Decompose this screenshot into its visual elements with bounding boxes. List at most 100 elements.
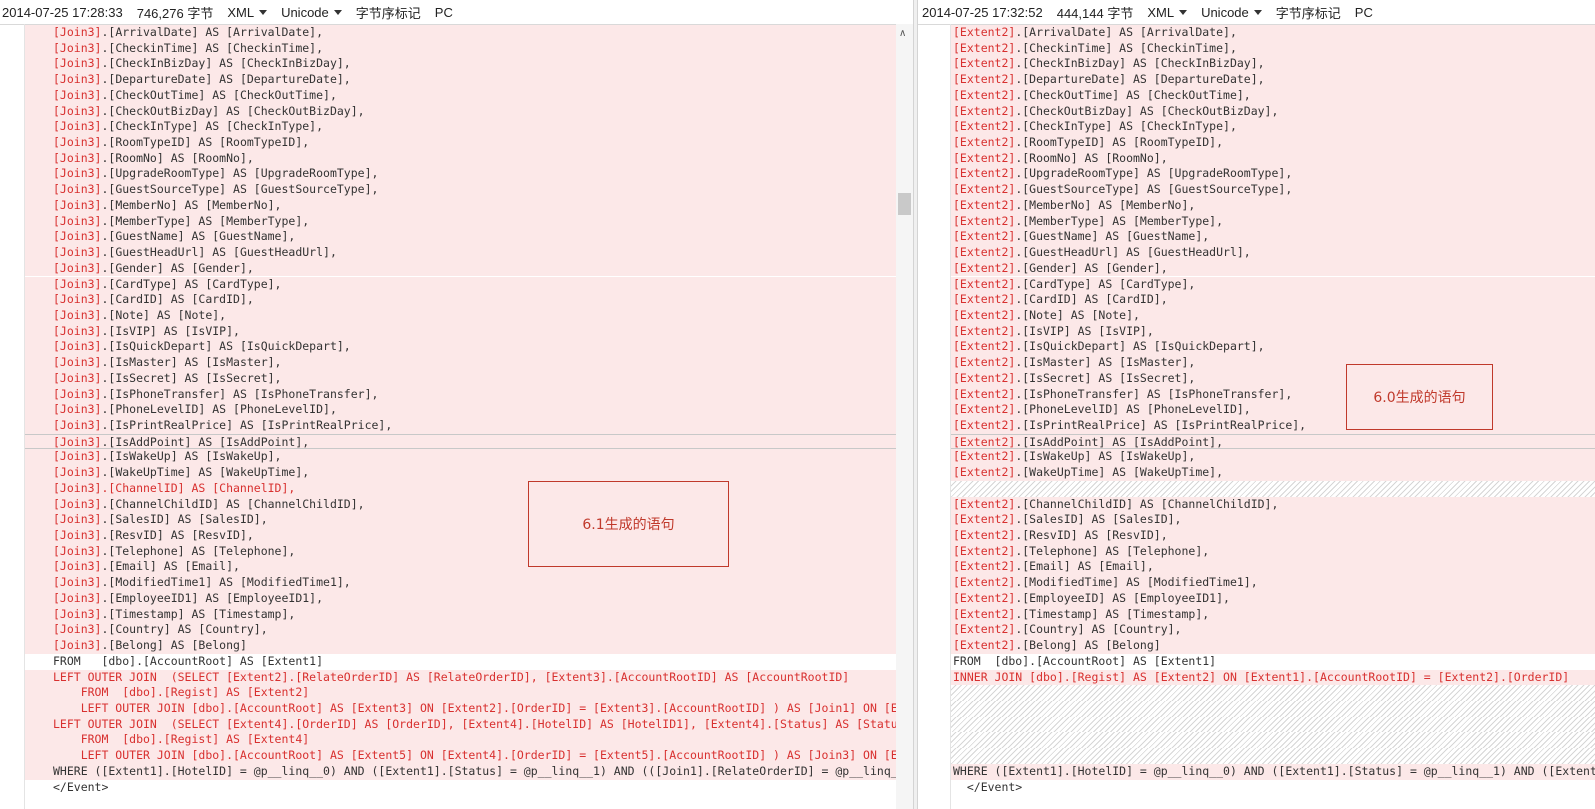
code-line[interactable]: [Join3].[ModifiedTime1] AS [ModifiedTime…	[25, 575, 896, 591]
code-line[interactable]: [Join3].[CardType] AS [CardType],	[25, 276, 896, 293]
code-line[interactable]: [Extent2].[IsPhoneTransfer] AS [IsPhoneT…	[951, 386, 1595, 403]
code-line[interactable]: [Join3].[WakeUpTime] AS [WakeUpTime],	[25, 465, 896, 481]
code-line[interactable]: [Extent2].[Timestamp] AS [Timestamp],	[951, 606, 1595, 623]
code-line[interactable]: INNER JOIN [dbo].[Regist] AS [Extent2] O…	[951, 669, 1595, 686]
code-line[interactable]: [Join3].[ChannelChildID] AS [ChannelChil…	[25, 496, 896, 513]
code-line[interactable]: [Join3].[RoomNo] AS [RoomNo],	[25, 150, 896, 167]
code-line[interactable]	[951, 716, 1595, 733]
code-line[interactable]: [Extent2].[ModifiedTime] AS [ModifiedTim…	[951, 575, 1595, 591]
code-line[interactable]: [Extent2].[CheckInBizDay] AS [CheckInBiz…	[951, 56, 1595, 73]
code-line[interactable]: [Extent2].[Email] AS [Email],	[951, 559, 1595, 576]
code-line[interactable]: [Extent2].[Note] AS [Note],	[951, 307, 1595, 324]
code-line[interactable]: [Extent2].[CheckInType] AS [CheckInType]…	[951, 119, 1595, 135]
code-line[interactable]	[951, 480, 1595, 497]
code-line[interactable]: [Extent2].[UpgradeRoomType] AS [UpgradeR…	[951, 166, 1595, 183]
code-line[interactable]: FROM [dbo].[AccountRoot] AS [Extent1]	[951, 653, 1595, 670]
right-encoding-dropdown[interactable]: Unicode	[1201, 5, 1262, 20]
right-format-dropdown[interactable]: XML	[1147, 5, 1188, 20]
code-line[interactable]: [Join3].[CardID] AS [CardID],	[25, 292, 896, 308]
code-line[interactable]: [Join3].[IsMaster] AS [IsMaster],	[25, 355, 896, 371]
code-line[interactable]: [Join3].[CheckInType] AS [CheckInType],	[25, 119, 896, 135]
code-line[interactable]: [Join3].[IsAddPoint] AS [IsAddPoint],	[25, 433, 896, 450]
code-line[interactable]: [Extent2].[ResvID] AS [ResvID],	[951, 528, 1595, 544]
code-line[interactable]: [Extent2].[IsSecret] AS [IsSecret],	[951, 370, 1595, 387]
code-line[interactable]: [Join3].[Gender] AS [Gender],	[25, 260, 896, 277]
code-line[interactable]: [Join3].[EmployeeID1] AS [EmployeeID1],	[25, 590, 896, 607]
code-line[interactable]: [Extent2].[IsWakeUp] AS [IsWakeUp],	[951, 449, 1595, 466]
code-line[interactable]: [Join3].[Email] AS [Email],	[25, 559, 896, 576]
code-line[interactable]: [Join3].[ArrivalDate] AS [ArrivalDate],	[25, 25, 896, 41]
left-format-dropdown[interactable]: XML	[227, 5, 268, 20]
code-line[interactable]: [Join3].[Belong] AS [Belong]	[25, 638, 896, 654]
code-line[interactable]: [Extent2].[Telephone] AS [Telephone],	[951, 543, 1595, 560]
code-line[interactable]: [Join3].[CheckInBizDay] AS [CheckInBizDa…	[25, 56, 896, 73]
code-line[interactable]: [Extent2].[GuestName] AS [GuestName],	[951, 229, 1595, 246]
code-line[interactable]: [Join3].[PhoneLevelID] AS [PhoneLevelID]…	[25, 402, 896, 418]
code-line[interactable]: FROM [dbo].[Regist] AS [Extent2]	[25, 685, 896, 701]
code-line[interactable]: [Extent2].[Country] AS [Country],	[951, 622, 1595, 639]
code-line[interactable]: [Join3].[CheckOutTime] AS [CheckOutTime]…	[25, 87, 896, 104]
code-line[interactable]: [Join3].[CheckOutBizDay] AS [CheckOutBiz…	[25, 103, 896, 120]
code-line[interactable]: [Join3].[DepartureDate] AS [DepartureDat…	[25, 72, 896, 88]
code-line[interactable]: [Extent2].[CheckOutTime] AS [CheckOutTim…	[951, 87, 1595, 104]
code-line[interactable]: [Join3].[SalesID] AS [SalesID],	[25, 512, 896, 528]
code-line[interactable]	[951, 748, 1595, 764]
code-line[interactable]: [Extent2].[CardType] AS [CardType],	[951, 276, 1595, 293]
code-line[interactable]: [Extent2].[Belong] AS [Belong]	[951, 638, 1595, 654]
code-line[interactable]: </Event>	[25, 779, 896, 796]
code-line[interactable]: [Extent2].[WakeUpTime] AS [WakeUpTime],	[951, 465, 1595, 481]
left-compare-pane[interactable]: 2014-07-25 17:28:33 746,276 字节 XML Unico…	[0, 0, 913, 809]
left-vertical-scrollbar[interactable]	[896, 24, 913, 809]
code-line[interactable]: [Extent2].[CheckinTime] AS [CheckinTime]…	[951, 40, 1595, 57]
code-line[interactable]: [Extent2].[GuestHeadUrl] AS [GuestHeadUr…	[951, 245, 1595, 261]
code-line[interactable]: [Join3].[RoomTypeID] AS [RoomTypeID],	[25, 135, 896, 151]
code-line[interactable]: [Join3].[GuestSourceType] AS [GuestSourc…	[25, 182, 896, 198]
code-line[interactable]: WHERE ([Extent1].[HotelID] = @p__linq__0…	[25, 763, 913, 780]
code-line[interactable]	[951, 700, 1595, 717]
code-line[interactable]: [Join3].[GuestName] AS [GuestName],	[25, 229, 896, 246]
code-line[interactable]: [Extent2].[IsMaster] AS [IsMaster],	[951, 355, 1595, 371]
code-line[interactable]: [Join3].[IsQuickDepart] AS [IsQuickDepar…	[25, 339, 896, 356]
code-line[interactable]: [Extent2].[SalesID] AS [SalesID],	[951, 512, 1595, 528]
code-line[interactable]: [Extent2].[ChannelChildID] AS [ChannelCh…	[951, 496, 1595, 513]
code-line[interactable]: [Join3].[IsVIP] AS [IsVIP],	[25, 323, 896, 340]
code-line[interactable]	[951, 685, 1595, 701]
code-line[interactable]: [Join3].[IsPrintRealPrice] AS [IsPrintRe…	[25, 418, 896, 434]
code-line[interactable]: [Join3].[IsPhoneTransfer] AS [IsPhoneTra…	[25, 386, 896, 403]
code-line[interactable]: [Extent2].[IsPrintRealPrice] AS [IsPrint…	[951, 418, 1595, 434]
code-line[interactable]: [Join3].[ResvID] AS [ResvID],	[25, 528, 896, 544]
code-line[interactable]: [Extent2].[RoomNo] AS [RoomNo],	[951, 150, 1595, 167]
code-line[interactable]: [Join3].[CheckinTime] AS [CheckinTime],	[25, 40, 896, 57]
code-line[interactable]: [Join3].[Country] AS [Country],	[25, 622, 896, 639]
code-line[interactable]: [Extent2].[MemberType] AS [MemberType],	[951, 213, 1595, 230]
scroll-up-arrow-icon[interactable]: ∧	[899, 28, 906, 39]
left-code-view[interactable]: [Join3].[ArrivalDate] AS [ArrivalDate],[…	[0, 24, 913, 809]
right-code-view[interactable]: [Extent2] .[ArrivalDate] AS [ArrivalDate]…	[918, 24, 1595, 809]
code-line[interactable]: [Extent2].[IsAddPoint] AS [IsAddPoint],	[951, 433, 1595, 450]
code-line[interactable]: </Event>	[951, 779, 1595, 796]
code-line[interactable]: [Extent2].[IsVIP] AS [IsVIP],	[951, 323, 1595, 340]
code-line[interactable]: [Extent2].[PhoneLevelID] AS [PhoneLevelI…	[951, 402, 1595, 418]
code-line[interactable]	[951, 732, 1595, 749]
code-line[interactable]: FROM [dbo].[Regist] AS [Extent4]	[25, 732, 896, 749]
code-line[interactable]: [Extent2].[RoomTypeID] AS [RoomTypeID],	[951, 135, 1595, 151]
code-line[interactable]: [Extent2].[CardID] AS [CardID],	[951, 292, 1595, 308]
code-line[interactable]: [Join3].[IsWakeUp] AS [IsWakeUp],	[25, 449, 896, 466]
code-line[interactable]: [Extent2].[IsQuickDepart] AS [IsQuickDep…	[951, 339, 1595, 356]
code-line[interactable]: FROM [dbo].[AccountRoot] AS [Extent1]	[25, 653, 896, 670]
code-line[interactable]: [Join3].[ChannelID] AS [ChannelID],	[25, 480, 896, 497]
left-scrollbar-thumb[interactable]	[898, 193, 911, 215]
code-line[interactable]: WHERE ([Extent1].[HotelID] = @p__linq__0…	[951, 763, 1595, 780]
code-line[interactable]: [Join3].[Note] AS [Note],	[25, 307, 896, 324]
code-line[interactable]: [Join3].[Timestamp] AS [Timestamp],	[25, 606, 896, 623]
code-line[interactable]: LEFT OUTER JOIN (SELECT [Extent2].[Relat…	[25, 669, 896, 686]
code-line[interactable]: [Join3].[GuestHeadUrl] AS [GuestHeadUrl]…	[25, 245, 896, 261]
code-line[interactable]: [Join3].[Telephone] AS [Telephone],	[25, 543, 896, 560]
code-line[interactable]: [Extent2].[ArrivalDate] AS [ArrivalDate]…	[951, 25, 1595, 41]
code-line[interactable]: [Extent2].[MemberNo] AS [MemberNo],	[951, 197, 1595, 214]
code-line[interactable]: [Join3].[UpgradeRoomType] AS [UpgradeRoo…	[25, 166, 896, 183]
code-line[interactable]: [Extent2].[Gender] AS [Gender],	[951, 260, 1595, 277]
right-compare-pane[interactable]: 2014-07-25 17:32:52 444,144 字节 XML Unico…	[918, 0, 1595, 809]
code-line[interactable]: [Join3].[MemberType] AS [MemberType],	[25, 213, 896, 230]
code-line[interactable]: [Join3].[MemberNo] AS [MemberNo],	[25, 197, 896, 214]
